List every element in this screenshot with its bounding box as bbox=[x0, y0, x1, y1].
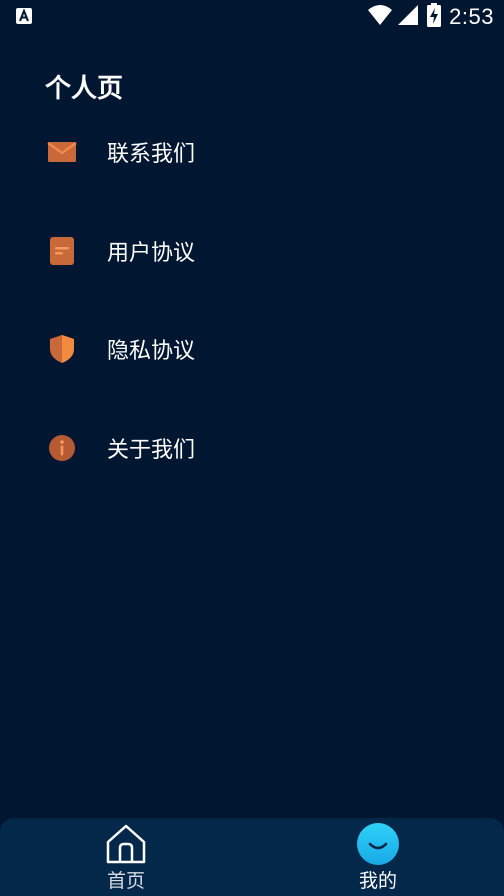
shield-icon bbox=[46, 333, 78, 365]
menu-item-label: 关于我们 bbox=[107, 438, 196, 463]
menu-item-label: 隐私协议 bbox=[107, 339, 196, 364]
home-icon bbox=[104, 822, 148, 870]
keyboard-a-icon bbox=[15, 7, 33, 25]
status-time: 2:53 bbox=[449, 4, 494, 29]
menu-item-label: 联系我们 bbox=[107, 142, 196, 167]
menu-item-user-agreement[interactable]: 用户协议 bbox=[0, 221, 504, 281]
cell-signal-icon bbox=[397, 4, 419, 30]
nav-item-home[interactable]: 首页 bbox=[66, 818, 186, 896]
mail-icon bbox=[46, 136, 78, 168]
profile-screen: 2:53 个人页 联系我们 用户协议 隐私协议 关于我们 首页 我的 bbox=[0, 0, 504, 896]
menu-item-privacy-policy[interactable]: 隐私协议 bbox=[0, 319, 504, 379]
smile-icon bbox=[356, 822, 400, 870]
nav-label-mine: 我的 bbox=[358, 870, 397, 892]
menu-item-about-us[interactable]: 关于我们 bbox=[0, 418, 504, 478]
status-bar: 2:53 bbox=[0, 0, 504, 34]
document-icon bbox=[46, 235, 78, 267]
nav-item-mine[interactable]: 我的 bbox=[318, 818, 438, 896]
nav-label-home: 首页 bbox=[106, 870, 145, 892]
status-icons: 2:53 bbox=[367, 3, 494, 31]
menu-item-label: 用户协议 bbox=[107, 241, 196, 266]
menu-item-contact-us[interactable]: 联系我们 bbox=[0, 122, 504, 182]
info-icon bbox=[46, 432, 78, 464]
page-title: 个人页 bbox=[45, 74, 124, 104]
wifi-icon bbox=[367, 4, 393, 30]
battery-charging-icon bbox=[427, 3, 442, 31]
bottom-nav: 首页 我的 bbox=[0, 818, 504, 896]
